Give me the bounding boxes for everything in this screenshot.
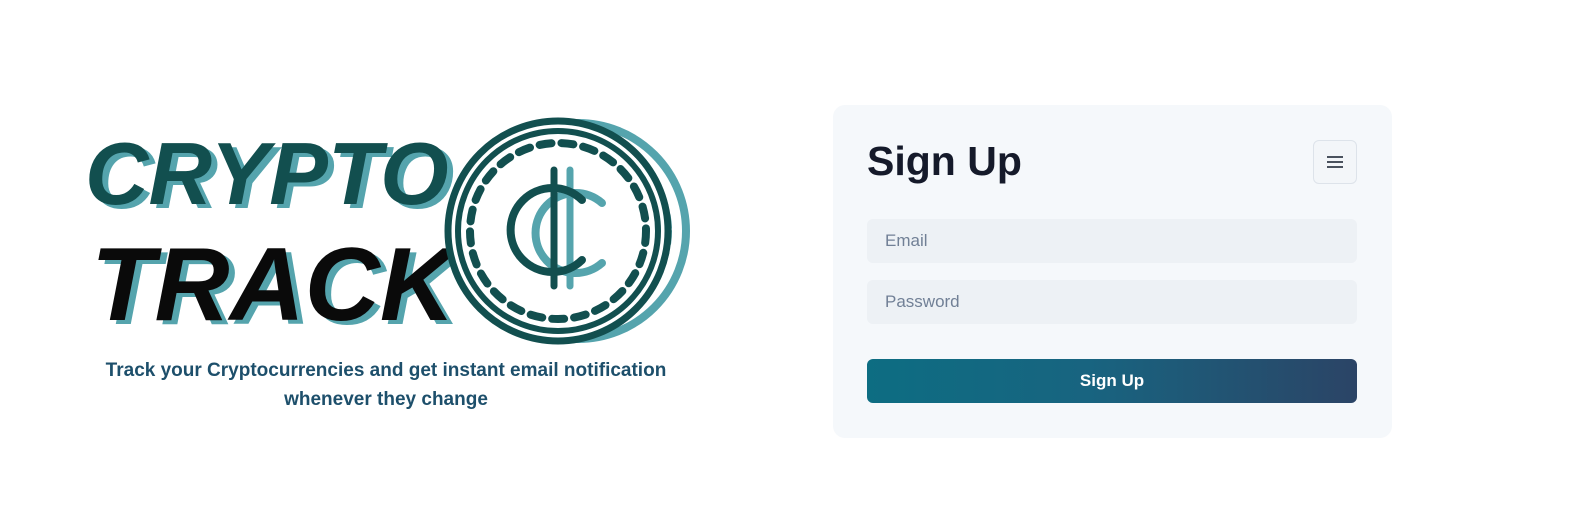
coin-icon — [444, 117, 690, 345]
menu-button[interactable] — [1313, 140, 1357, 184]
tagline: Track your Cryptocurrencies and get inst… — [105, 360, 667, 410]
signup-card: Sign Up Sign Up — [833, 105, 1392, 438]
logo-line2: TRACK — [91, 227, 462, 343]
hamburger-menu-icon — [1327, 156, 1343, 168]
password-field[interactable] — [867, 280, 1357, 324]
signup-page: CRYPTO CRYPTO TRACK TRACK Track your Cry… — [0, 0, 1569, 512]
email-field[interactable] — [867, 219, 1357, 263]
hero-section: CRYPTO CRYPTO TRACK TRACK Track your Cry… — [80, 108, 700, 428]
signup-submit-button[interactable]: Sign Up — [867, 359, 1357, 403]
crypto-track-logo: CRYPTO CRYPTO TRACK TRACK — [85, 117, 690, 347]
logo-line1: CRYPTO — [85, 124, 449, 223]
signup-title: Sign Up — [867, 138, 1022, 184]
